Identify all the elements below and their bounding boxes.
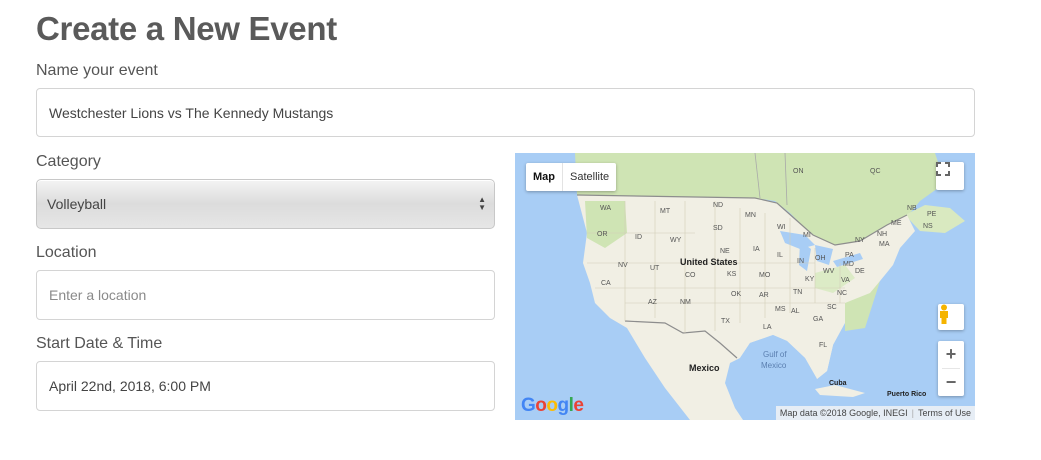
map-label-co: CO bbox=[685, 272, 696, 279]
map-label-ia: IA bbox=[753, 246, 760, 253]
map-label-in: IN bbox=[797, 258, 804, 265]
map-label-ks: KS bbox=[727, 271, 737, 278]
map-label-nd: ND bbox=[713, 202, 723, 209]
map-label-cuba: Cuba bbox=[829, 380, 847, 387]
map-label-qc: QC bbox=[870, 168, 881, 175]
map-label-nc: NC bbox=[837, 290, 847, 297]
map-canvas: ON QC WA MT ND MN NB PE ME NS OR ID SD WI MI WY NY NH MA IA… bbox=[575, 153, 965, 420]
map-label-me: ME bbox=[891, 220, 902, 227]
zoom-in-button[interactable]: + bbox=[942, 341, 960, 369]
zoom-control: + − bbox=[938, 341, 964, 396]
map-label-mi: MI bbox=[803, 232, 811, 239]
terms-of-use-link[interactable]: Terms of Use bbox=[918, 408, 971, 418]
map-label-az: AZ bbox=[648, 299, 658, 306]
map-label-ms: MS bbox=[775, 306, 786, 313]
map-type-map-button[interactable]: Map bbox=[526, 163, 563, 191]
map-label-mo: MO bbox=[759, 272, 771, 279]
map-label-pa: PA bbox=[845, 252, 854, 259]
zoom-out-button[interactable]: − bbox=[946, 369, 957, 396]
map-label-mt: MT bbox=[660, 208, 671, 215]
map-label-ca: CA bbox=[601, 280, 611, 287]
event-name-label: Name your event bbox=[36, 62, 158, 79]
map-label-de: DE bbox=[855, 268, 865, 275]
map-type-satellite-button[interactable]: Satellite bbox=[563, 163, 616, 191]
map-label-sd: SD bbox=[713, 225, 723, 232]
category-selected-value: Volleyball bbox=[47, 196, 107, 212]
map-label-or: OR bbox=[597, 231, 608, 238]
map-label-mn: MN bbox=[745, 212, 756, 219]
map-label-fl: FL bbox=[819, 342, 827, 349]
map-label-il: IL bbox=[777, 252, 783, 259]
street-view-pegman-icon[interactable] bbox=[938, 304, 964, 330]
map-label-ar: AR bbox=[759, 292, 769, 299]
map-label-ne: NE bbox=[720, 248, 730, 255]
map-label-ny: NY bbox=[855, 237, 865, 244]
map-label-ky: KY bbox=[805, 276, 815, 283]
start-datetime-label: Start Date & Time bbox=[36, 335, 163, 352]
map-label-sc: SC bbox=[827, 304, 837, 311]
map-label-on: ON bbox=[793, 168, 804, 175]
map-label-gulf2: Mexico bbox=[761, 361, 787, 370]
map-label-nb: NB bbox=[907, 205, 917, 212]
select-arrows-icon: ▲ ▼ bbox=[478, 195, 486, 212]
map-label-la: LA bbox=[763, 324, 772, 331]
event-name-input[interactable]: Westchester Lions vs The Kennedy Mustang… bbox=[36, 88, 975, 137]
map-label-ma: MA bbox=[879, 241, 890, 248]
page-title: Create a New Event bbox=[36, 10, 337, 47]
map-label-nv: NV bbox=[618, 262, 628, 269]
map-label-nh: NH bbox=[877, 231, 887, 238]
map-label-id: ID bbox=[635, 234, 642, 241]
category-select[interactable]: Volleyball ▲ ▼ bbox=[36, 179, 495, 229]
map-label-oh: OH bbox=[815, 255, 826, 262]
map-attribution: Map data ©2018 Google, INEGI | Terms of … bbox=[775, 406, 975, 420]
start-datetime-input[interactable]: April 22nd, 2018, 6:00 PM bbox=[36, 361, 495, 411]
map-label-mexico: Mexico bbox=[689, 363, 720, 373]
map-label-pe: PE bbox=[927, 211, 937, 218]
google-logo[interactable]: Google bbox=[521, 395, 584, 417]
map-label-ns: NS bbox=[923, 223, 933, 230]
location-input[interactable] bbox=[36, 270, 495, 320]
map-label-gulf1: Gulf of bbox=[763, 350, 787, 359]
map-data-credit: Map data ©2018 Google, INEGI bbox=[779, 408, 908, 418]
category-label: Category bbox=[36, 153, 101, 170]
map-label-us: United States bbox=[680, 257, 738, 267]
map-label-al: AL bbox=[791, 308, 800, 315]
location-map[interactable]: ON QC WA MT ND MN NB PE ME NS OR ID SD WI MI WY NY NH MA IA… bbox=[515, 153, 975, 420]
map-label-wv: WV bbox=[823, 268, 835, 275]
map-label-va: VA bbox=[841, 277, 850, 284]
map-label-wa: WA bbox=[600, 205, 611, 212]
location-label: Location bbox=[36, 244, 97, 261]
map-label-tn: TN bbox=[793, 289, 802, 296]
map-label-ut: UT bbox=[650, 265, 660, 272]
map-label-wy: WY bbox=[670, 237, 682, 244]
map-label-ga: GA bbox=[813, 316, 823, 323]
fullscreen-icon[interactable] bbox=[936, 162, 964, 190]
map-label-tx: TX bbox=[721, 318, 730, 325]
map-type-control: Map Satellite bbox=[526, 163, 617, 191]
map-label-wi: WI bbox=[777, 224, 786, 231]
map-label-nm: NM bbox=[680, 299, 691, 306]
map-label-md: MD bbox=[843, 261, 854, 268]
map-label-pr: Puerto Rico bbox=[887, 391, 926, 398]
map-label-ok: OK bbox=[731, 291, 741, 298]
